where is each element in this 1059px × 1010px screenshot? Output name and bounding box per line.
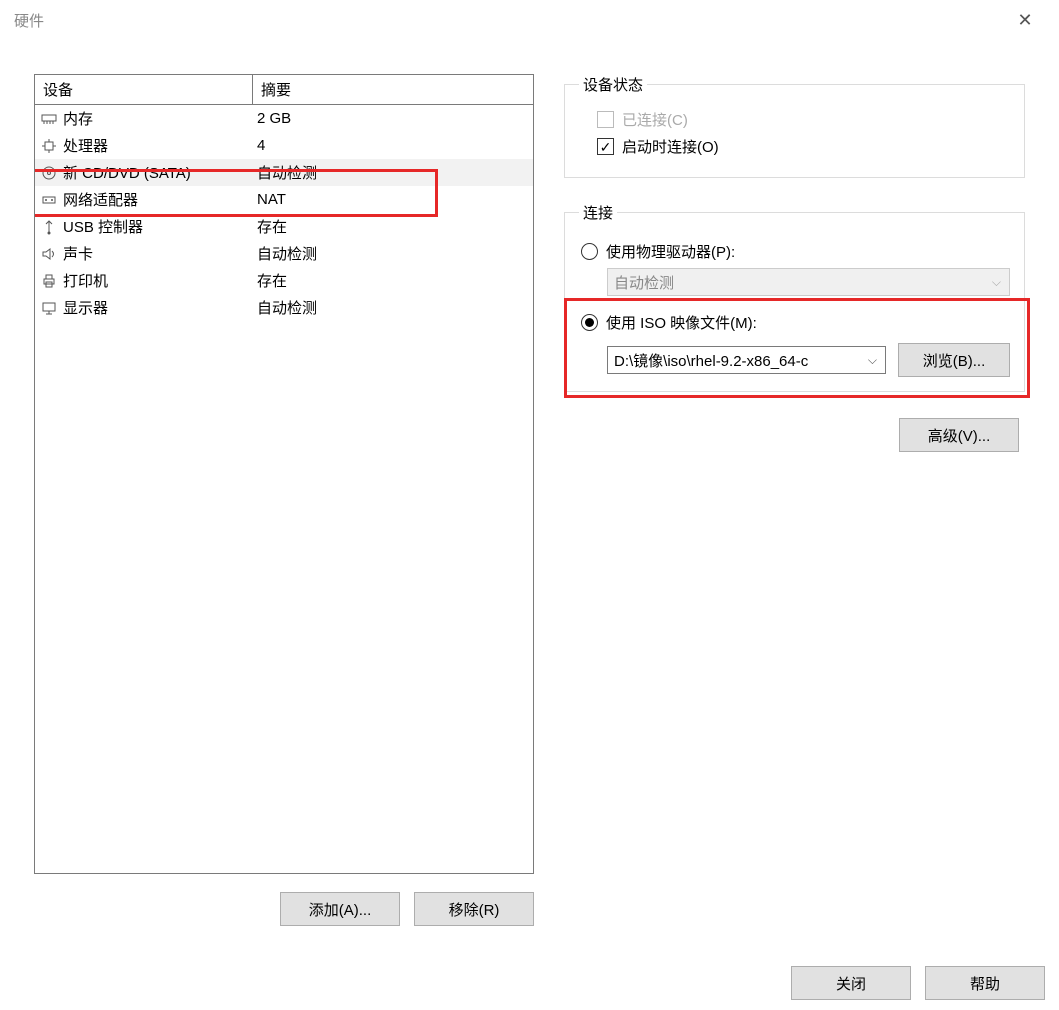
usb-icon	[39, 217, 59, 237]
device-row-cpu[interactable]: 处理器 4	[35, 132, 533, 159]
use-iso-radio[interactable]	[581, 314, 598, 331]
iso-path-combo[interactable]: D:\镜像\iso\rhel-9.2-x86_64-c ⌵	[607, 346, 886, 374]
browse-button[interactable]: 浏览(B)...	[898, 343, 1010, 377]
use-physical-drive-radio[interactable]	[581, 243, 598, 260]
header-device[interactable]: 设备	[35, 75, 253, 104]
connect-at-power-on-checkbox[interactable]	[597, 138, 614, 155]
sound-icon	[39, 244, 59, 264]
help-button[interactable]: 帮助	[925, 966, 1045, 1000]
device-row-memory[interactable]: 内存 2 GB	[35, 105, 533, 132]
chevron-down-icon[interactable]: ⌵	[868, 353, 877, 368]
connected-checkbox	[597, 111, 614, 128]
close-icon[interactable]: ✕	[1005, 10, 1045, 31]
use-physical-drive-label: 使用物理驱动器(P):	[606, 241, 735, 262]
connected-label: 已连接(C)	[622, 109, 688, 130]
device-list-header: 设备 摘要	[35, 75, 533, 105]
use-iso-label: 使用 ISO 映像文件(M):	[606, 312, 757, 333]
device-status-group: 设备状态 已连接(C) 启动时连接(O)	[564, 74, 1025, 178]
printer-icon	[39, 271, 59, 291]
memory-icon	[39, 109, 59, 129]
device-row-usb[interactable]: USB 控制器 存在	[35, 213, 533, 240]
device-row-printer[interactable]: 打印机 存在	[35, 267, 533, 294]
window-title: 硬件	[14, 10, 1005, 31]
connection-group: 连接 使用物理驱动器(P): 自动检测 ⌵ 使用 ISO 映像文件(M): D:…	[564, 202, 1025, 392]
connection-legend: 连接	[579, 202, 617, 223]
device-row-sound[interactable]: 声卡 自动检测	[35, 240, 533, 267]
header-summary[interactable]: 摘要	[253, 79, 533, 100]
close-button[interactable]: 关闭	[791, 966, 911, 1000]
network-icon	[39, 190, 59, 210]
add-button[interactable]: 添加(A)...	[280, 892, 400, 926]
chevron-down-icon: ⌵	[992, 275, 1001, 290]
advanced-button[interactable]: 高级(V)...	[899, 418, 1019, 452]
device-row-network[interactable]: 网络适配器 NAT	[35, 186, 533, 213]
remove-button[interactable]: 移除(R)	[414, 892, 534, 926]
connect-at-power-on-label: 启动时连接(O)	[622, 136, 719, 157]
device-status-legend: 设备状态	[579, 74, 647, 95]
device-row-display[interactable]: 显示器 自动检测	[35, 294, 533, 321]
titlebar: 硬件 ✕	[0, 0, 1059, 40]
physical-drive-combo: 自动检测 ⌵	[607, 268, 1010, 296]
display-icon	[39, 298, 59, 318]
device-row-cddvd[interactable]: 新 CD/DVD (SATA) 自动检测	[35, 159, 533, 186]
disc-icon	[39, 163, 59, 183]
device-list: 设备 摘要 内存 2 GB 处理器 4 新 CD/DVD (SATA) 自动检测	[34, 74, 534, 874]
cpu-icon	[39, 136, 59, 156]
